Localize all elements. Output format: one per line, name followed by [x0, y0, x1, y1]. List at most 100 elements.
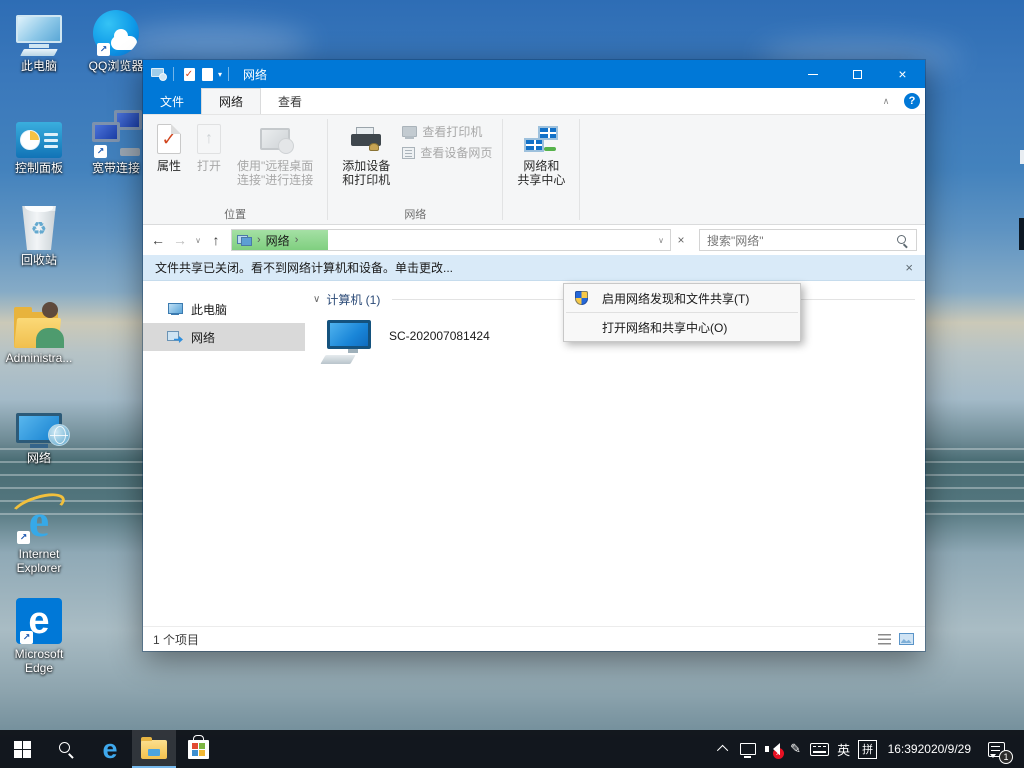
- breadcrumb-network[interactable]: 网络: [266, 232, 290, 249]
- store-icon: [188, 740, 209, 759]
- tray-overflow-button[interactable]: [712, 730, 736, 768]
- ribbon: ✓ 属性 ↑ 打开 使用"远程桌面 连接"进行连接 位置 添加设备 和打印机: [143, 115, 925, 225]
- back-button[interactable]: ←: [147, 232, 169, 248]
- search-placeholder: 搜索"网络": [707, 232, 896, 249]
- menu-item-open-sharing-center[interactable]: 打开网络和共享中心(O): [564, 314, 800, 340]
- volume-muted-icon: ×: [765, 742, 779, 756]
- windows-logo-icon: [14, 741, 31, 758]
- desktop-icon-admin-folder[interactable]: Administra...: [0, 298, 78, 365]
- address-dropdown-button[interactable]: ∨: [652, 236, 670, 245]
- notification-text[interactable]: 文件共享已关闭。看不到网络计算机和设备。单击更改...: [155, 259, 905, 276]
- wallpaper-artifact: [1020, 150, 1024, 164]
- taskbar-store-button[interactable]: [176, 730, 220, 768]
- sharing-options-menu: 启用网络发现和文件共享(T) 打开网络和共享中心(O): [563, 283, 801, 342]
- item-count: 1 个项目: [153, 631, 871, 648]
- qat-customize-dropdown[interactable]: ▾: [218, 70, 222, 79]
- nav-item-network[interactable]: 网络: [143, 323, 305, 351]
- collapse-group-icon[interactable]: ∨: [313, 294, 320, 305]
- desktop-icon-label: 网络: [27, 451, 51, 465]
- network-sharing-center-button[interactable]: 网络和 共享中心: [510, 119, 572, 190]
- address-bar[interactable]: › 网络 › ∨: [231, 229, 671, 251]
- tray-network-button[interactable]: [736, 730, 760, 768]
- shortcut-arrow-icon: ↗: [94, 145, 107, 158]
- tab-view[interactable]: 查看: [261, 88, 319, 114]
- shortcut-arrow-icon: ↗: [17, 531, 30, 544]
- qat-new-folder-button[interactable]: [198, 60, 216, 88]
- collapse-ribbon-button[interactable]: ∧: [873, 88, 899, 114]
- group-label-network: 网络: [328, 206, 502, 224]
- desktop-icon-this-pc[interactable]: 此电脑: [0, 6, 78, 73]
- tray-touch-keyboard-button[interactable]: [808, 730, 832, 768]
- network-icon: [12, 398, 66, 448]
- close-button[interactable]: ×: [880, 60, 925, 88]
- remote-desktop-button: 使用"远程桌面 连接"进行连接: [230, 119, 320, 190]
- notification-badge: 1: [999, 750, 1013, 764]
- tray-pen-button[interactable]: ✎: [784, 730, 808, 768]
- network-location-icon: [237, 235, 252, 246]
- view-printers-button: 查看打印机: [402, 123, 492, 140]
- system-tray: × ✎ 英 拼 16:39 2020/9/29 1: [712, 730, 1024, 768]
- search-box[interactable]: 搜索"网络": [699, 229, 917, 251]
- tray-date: 2020/9/29: [918, 742, 971, 757]
- sharing-notification-bar[interactable]: 文件共享已关闭。看不到网络计算机和设备。单击更改... ×: [143, 255, 925, 281]
- clock[interactable]: 16:39 2020/9/29: [880, 730, 979, 768]
- search-icon: [896, 234, 909, 247]
- desktop-icon-network[interactable]: 网络: [0, 398, 78, 465]
- ime-language-indicator[interactable]: 英: [832, 730, 856, 768]
- desktop-icon-microsoft-edge[interactable]: e ↗ Microsoft Edge: [0, 594, 78, 675]
- tab-network[interactable]: 网络: [201, 88, 261, 114]
- user-folder-icon: [14, 298, 64, 348]
- folder-icon: [141, 740, 167, 759]
- details-view-button[interactable]: [875, 631, 893, 647]
- shortcut-arrow-icon: ↗: [97, 43, 110, 56]
- tray-volume-button[interactable]: ×: [760, 730, 784, 768]
- view-device-webpage-button: 查看设备网页: [402, 144, 492, 161]
- properties-icon: ✓: [157, 122, 181, 156]
- stop-button[interactable]: ×: [671, 233, 691, 247]
- minimize-button[interactable]: [790, 60, 835, 88]
- menu-item-enable-discovery[interactable]: 启用网络发现和文件共享(T): [564, 285, 800, 311]
- computer-item[interactable]: SC-202007081424: [327, 320, 557, 364]
- shortcut-arrow-icon: ↗: [20, 631, 33, 644]
- properties-button[interactable]: ✓ 属性: [150, 119, 188, 176]
- ime-mode-button[interactable]: 拼: [856, 730, 880, 768]
- open-icon: ↑: [197, 122, 221, 156]
- computer-name: SC-202007081424: [389, 329, 490, 343]
- nav-item-this-pc[interactable]: 此电脑: [143, 295, 305, 323]
- taskbar: e × ✎ 英 拼 16:39 2020/9/29 1: [0, 730, 1024, 768]
- maximize-button[interactable]: [835, 60, 880, 88]
- keyboard-icon: [810, 743, 829, 756]
- microsoft-edge-icon: e ↗: [16, 594, 62, 644]
- qat-properties-button[interactable]: ✓: [180, 60, 198, 88]
- desktop-icon-label: 此电脑: [21, 59, 57, 73]
- tab-file[interactable]: 文件: [143, 88, 201, 114]
- desktop-icon-label: 回收站: [21, 253, 57, 267]
- action-center-button[interactable]: 1: [979, 730, 1013, 768]
- desktop-icon-label: Microsoft Edge: [15, 647, 64, 675]
- address-bar-row: ← → ∨ ↑ › 网络 › ∨ × 搜索"网络": [143, 225, 925, 255]
- desktop-icon-recycle-bin[interactable]: ♻ 回收站: [0, 200, 78, 267]
- start-button[interactable]: [0, 730, 44, 768]
- taskbar-edge-button[interactable]: e: [88, 730, 132, 768]
- add-devices-button[interactable]: 添加设备 和打印机: [335, 119, 397, 190]
- help-button[interactable]: ?: [899, 88, 925, 114]
- desktop-icon-internet-explorer[interactable]: e ↗ Internet Explorer: [0, 494, 78, 575]
- network-sharing-icon: [524, 122, 558, 156]
- recycle-bin-icon: ♻: [19, 200, 59, 250]
- ribbon-group-location: ✓ 属性 ↑ 打开 使用"远程桌面 连接"进行连接 位置: [143, 115, 327, 224]
- app-network-icon: [151, 68, 167, 81]
- recent-locations-dropdown[interactable]: ∨: [191, 236, 205, 245]
- up-button[interactable]: ↑: [205, 232, 227, 248]
- desktop-icon-control-panel[interactable]: 控制面板: [0, 108, 78, 175]
- ethernet-icon: [740, 743, 756, 755]
- open-button: ↑ 打开: [190, 119, 228, 176]
- large-icons-view-button[interactable]: [897, 631, 915, 647]
- taskbar-explorer-button[interactable]: [132, 730, 176, 768]
- window-title: 网络: [243, 66, 267, 83]
- taskbar-search-button[interactable]: [44, 730, 88, 768]
- breadcrumb[interactable]: › 网络 ›: [232, 232, 298, 249]
- notification-close-icon[interactable]: ×: [905, 260, 913, 275]
- ribbon-tabs: 文件 网络 查看 ∧ ?: [143, 88, 925, 115]
- network-icon: [167, 331, 183, 343]
- titlebar[interactable]: ✓ ▾ 网络 ×: [143, 60, 925, 88]
